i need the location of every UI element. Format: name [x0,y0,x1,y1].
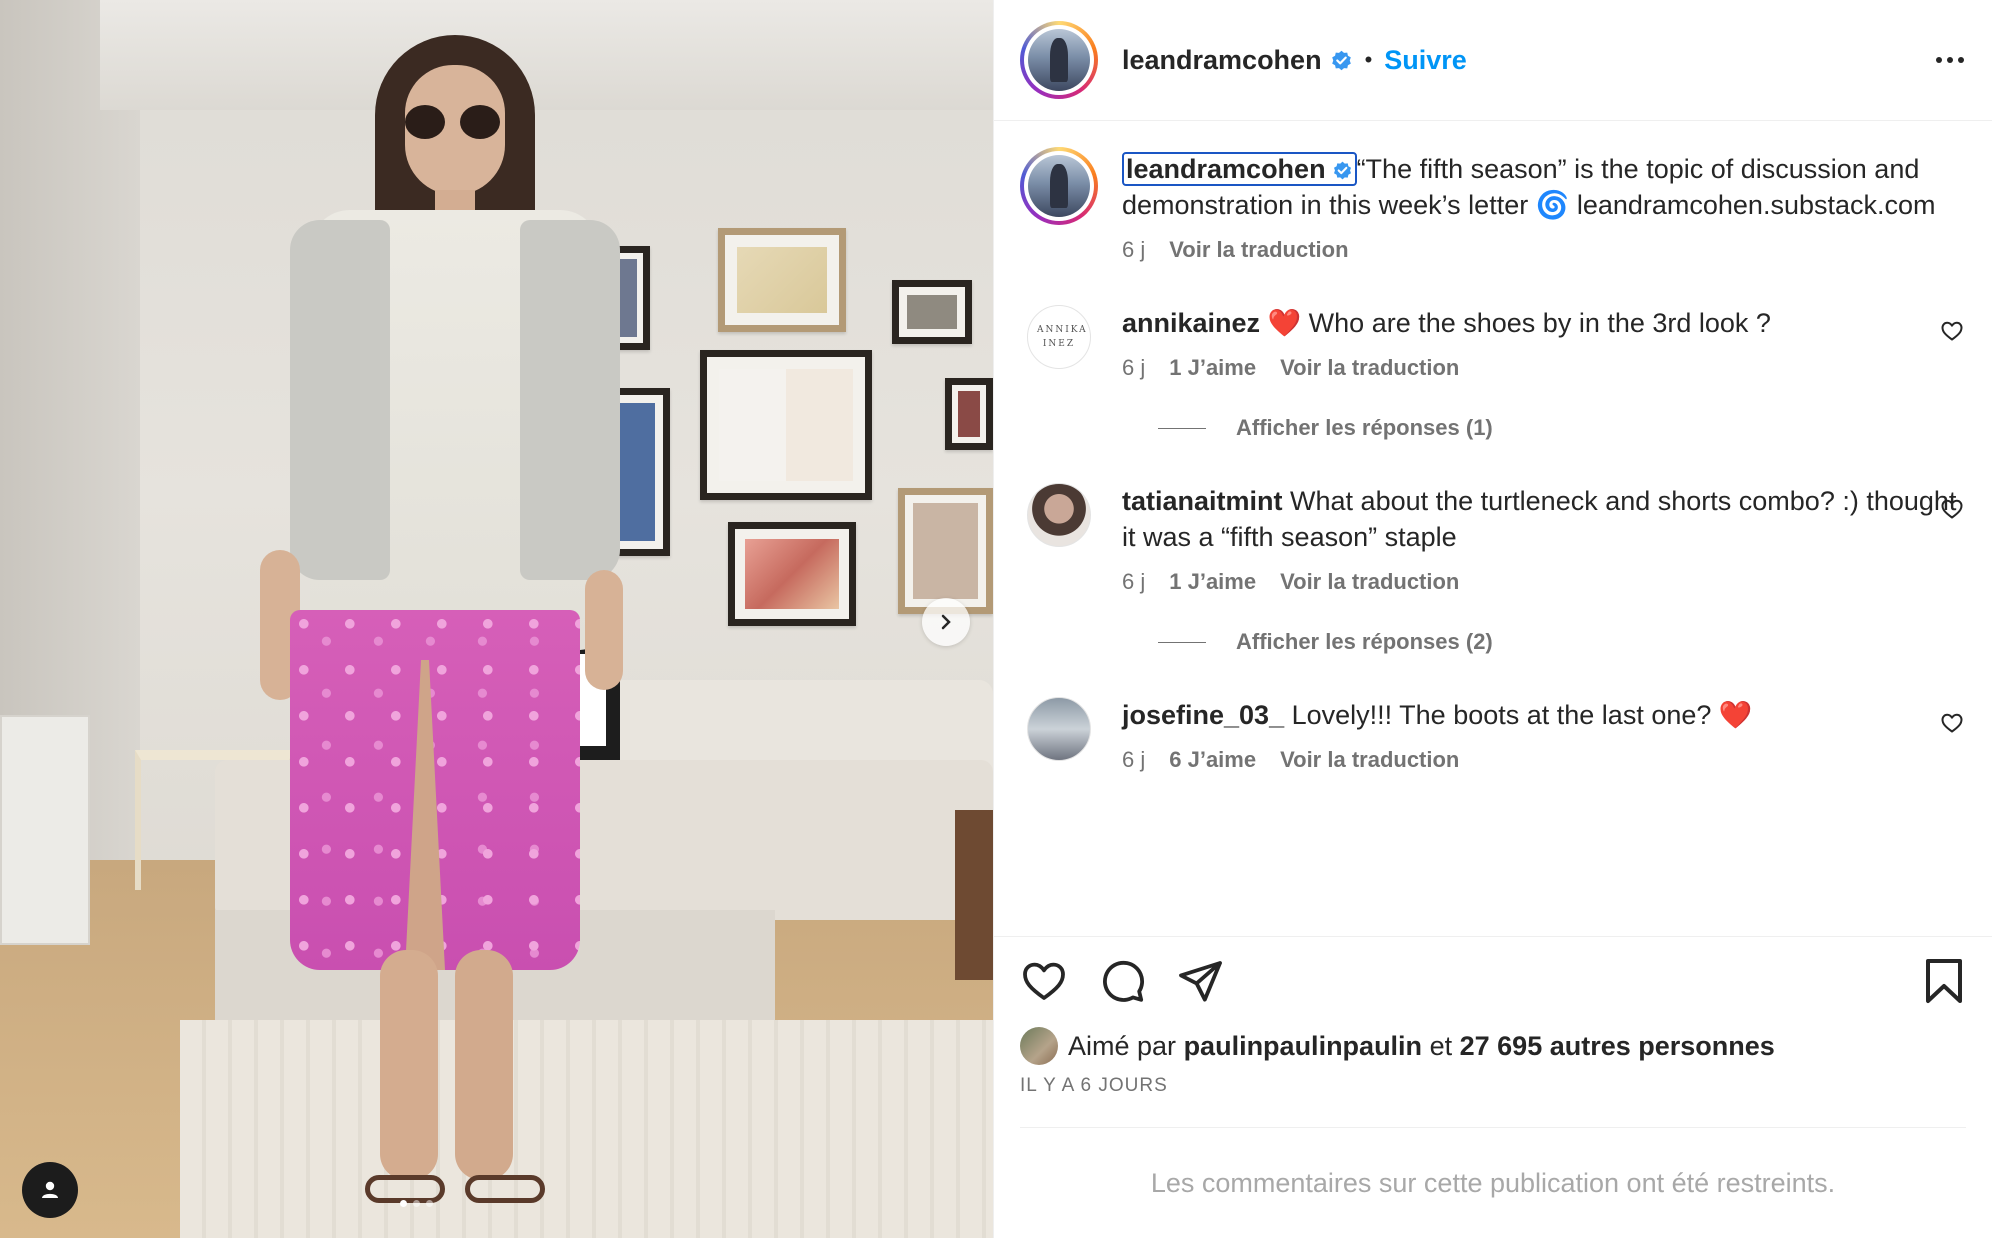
author-avatar[interactable] [1020,21,1098,99]
person [260,30,630,1230]
liker-avatar[interactable] [1020,1027,1058,1065]
like-comment-heart-icon[interactable] [1940,497,1964,526]
verified-badge-icon [1332,160,1353,181]
post-header: leandramcohen • Suivre [994,0,1992,121]
sandal-right [465,1175,545,1203]
wall-frame [945,378,993,450]
caption-text: leandramcohen “The fifth season” is the t… [1122,151,1964,223]
verified-badge-icon [1330,49,1353,72]
likes-middle: et [1429,1030,1453,1061]
post-caption: leandramcohen “The fifth season” is the t… [1020,147,1964,263]
comment-likes-link[interactable]: 1 J’aime [1169,569,1256,595]
comment: ANNIKA INEZ annikainez ❤️ Who are the sh… [1020,305,1964,381]
wall-frame [718,228,846,332]
comment-text: tatianaitmint What about the turtleneck … [1122,483,1964,555]
save-bookmark-icon[interactable] [1922,957,1966,1005]
more-options-icon[interactable] [1936,57,1964,63]
sunglasses-lens [460,105,500,139]
wall-frame [898,488,993,614]
comment-meta: 6 j 6 J’aime Voir la traduction [1122,747,1964,773]
caption-username[interactable]: leandramcohen [1122,152,1357,186]
comment-likes-link[interactable]: 6 J’aime [1169,747,1256,773]
see-translation-link[interactable]: Voir la traduction [1280,747,1459,773]
replies-divider [1158,427,1206,429]
wall-frame [728,522,856,626]
like-heart-icon[interactable] [1020,957,1068,1005]
carousel-dot [426,1200,433,1207]
liker-username[interactable]: paulinpaulinpaulin [1184,1031,1423,1062]
person-leg-right [455,950,513,1180]
likes-count-link[interactable]: 27 695 autres personnes [1460,1031,1775,1062]
commenter-avatar[interactable]: ANNIKA INEZ [1027,305,1091,369]
follow-button[interactable]: Suivre [1384,45,1467,76]
commenter-username[interactable]: josefine_03_ [1122,700,1284,730]
sandal-left [365,1175,445,1203]
view-replies-button[interactable]: Afficher les réponses (1) [1158,415,1964,441]
comment-time: 6 j [1122,747,1146,772]
likes-prefix: Aimé par [1068,1030,1177,1061]
post-photo[interactable] [0,0,993,1238]
shelf [0,715,90,945]
commenter-username[interactable]: tatianaitmint [1122,486,1283,516]
comment-bubble-icon[interactable] [1098,957,1146,1005]
comment-body: Lovely!!! The boots at the last one? ❤️ [1291,700,1753,730]
instagram-post: leandramcohen • Suivre leandramcohen “Th… [0,0,1992,1238]
post-date[interactable]: IL Y A 6 JOURS [1020,1075,1966,1097]
comments-section: leandramcohen “The fifth season” is the t… [994,121,1992,936]
post-actions: Aimé par paulinpaulinpaulin et 27 695 au… [994,936,1992,1238]
comment-meta: 6 j 1 J’aime Voir la traduction [1122,355,1964,381]
commenter-avatar[interactable] [1027,483,1091,547]
like-comment-heart-icon[interactable] [1940,319,1964,348]
comment: josefine_03_ Lovely!!! The boots at the … [1020,697,1964,773]
chevron-right-icon [941,614,951,630]
commenter-avatar[interactable] [1027,697,1091,761]
person-hand-right [585,570,623,690]
view-replies-label: Afficher les réponses (1) [1236,415,1493,440]
replies-divider [1158,641,1206,643]
caption-time: 6 j [1122,237,1146,262]
see-translation-link[interactable]: Voir la traduction [1280,569,1459,595]
action-icons [1020,957,1966,1005]
see-translation-link[interactable]: Voir la traduction [1169,237,1348,263]
header-separator: • [1364,47,1373,72]
author-username[interactable]: leandramcohen [1122,45,1322,76]
author-avatar[interactable] [1020,147,1098,225]
like-comment-heart-icon[interactable] [1940,711,1964,740]
view-replies-label: Afficher les réponses (2) [1236,629,1493,654]
comment-likes-link[interactable]: 1 J’aime [1169,355,1256,381]
sunglasses-lens [405,105,445,139]
caption-meta: 6 j Voir la traduction [1122,237,1964,263]
user-icon [42,1181,58,1198]
person-leg-left [380,950,438,1180]
commenter-username[interactable]: annikainez [1122,308,1260,338]
comment-time: 6 j [1122,355,1146,380]
carousel-next-button[interactable] [922,598,970,646]
comment-text: josefine_03_ Lovely!!! The boots at the … [1122,697,1964,733]
comments-restricted-notice: Les commentaires sur cette publication o… [1020,1127,1966,1238]
comment: tatianaitmint What about the turtleneck … [1020,483,1964,595]
carousel-dot [400,1200,407,1207]
comment-body: ❤️ Who are the shoes by in the 3rd look … [1267,308,1771,338]
person-vest-left [290,220,390,580]
comment-text: annikainez ❤️ Who are the shoes by in th… [1122,305,1964,341]
tagged-users-button[interactable] [22,1162,78,1218]
post-panel: leandramcohen • Suivre leandramcohen “Th… [993,0,1992,1238]
likes-summary: Aimé par paulinpaulinpaulin et 27 695 au… [1020,1027,1966,1065]
wall-frame [700,350,872,500]
carousel-dots [400,1200,433,1207]
share-send-icon[interactable] [1176,957,1224,1005]
side-table [955,810,993,980]
wall-frame [892,280,972,344]
avatar-logo-text: ANNIKA INEZ [1037,325,1088,349]
person-vest-right [520,220,620,580]
comment-meta: 6 j 1 J’aime Voir la traduction [1122,569,1964,595]
comment-time: 6 j [1122,569,1146,594]
view-replies-button[interactable]: Afficher les réponses (2) [1158,629,1964,655]
see-translation-link[interactable]: Voir la traduction [1280,355,1459,381]
carousel-dot [413,1200,420,1207]
